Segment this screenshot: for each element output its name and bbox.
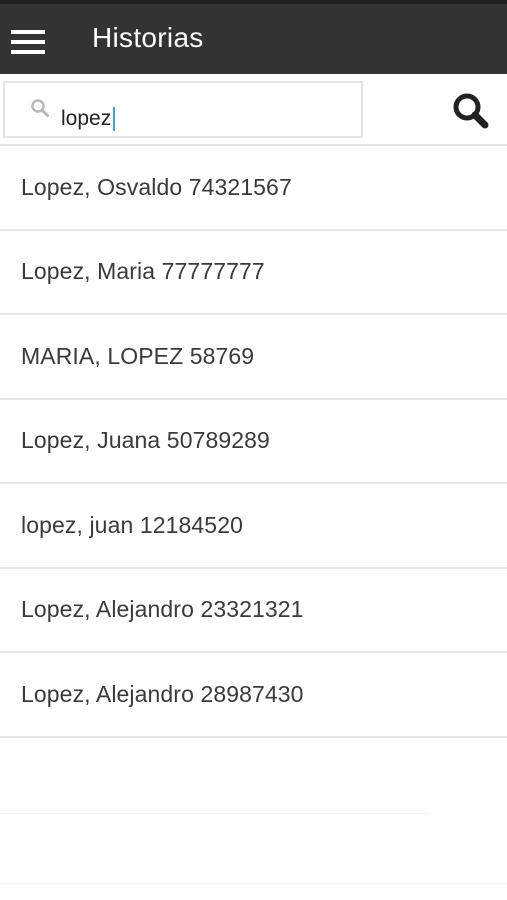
list-item-label: Lopez, Alejandro 23321321	[21, 596, 304, 623]
list-item[interactable]: MARIA, LOPEZ 58769	[0, 315, 507, 400]
list-item-label: Lopez, Alejandro 28987430	[21, 680, 304, 707]
divider	[0, 813, 430, 814]
list-item-label: MARIA, LOPEZ 58769	[21, 342, 255, 369]
list-item-label: lopez, juan 12184520	[21, 511, 243, 538]
search-icon	[453, 93, 489, 129]
page-title: Historias	[92, 22, 204, 53]
list-item-label: Lopez, Maria 77777777	[21, 258, 265, 285]
search-icon	[31, 99, 49, 117]
app-bar: Historias	[0, 0, 507, 74]
list-item-label: Lopez, Juana 50789289	[21, 427, 270, 454]
menu-button[interactable]	[6, 18, 52, 64]
list-item[interactable]: Lopez, Osvaldo 74321567	[0, 146, 507, 231]
hamburger-menu-icon	[11, 30, 45, 54]
text-cursor	[113, 107, 116, 131]
list-item[interactable]: Lopez, Alejandro 28987430	[0, 653, 507, 738]
list-item[interactable]: Lopez, Alejandro 23321321	[0, 569, 507, 653]
search-bar	[0, 74, 507, 146]
search-input[interactable]	[61, 105, 341, 133]
results-list: Lopez, Osvaldo 74321567 Lopez, Maria 7777…	[0, 146, 507, 738]
list-item-label: Lopez, Osvaldo 74321567	[21, 173, 292, 200]
search-field[interactable]	[3, 81, 363, 138]
search-button[interactable]	[448, 88, 494, 134]
list-item[interactable]: lopez, juan 12184520	[0, 484, 507, 569]
list-item[interactable]: Lopez, Juana 50789289	[0, 400, 507, 484]
list-item[interactable]: Lopez, Maria 77777777	[0, 231, 507, 315]
divider	[0, 883, 507, 884]
